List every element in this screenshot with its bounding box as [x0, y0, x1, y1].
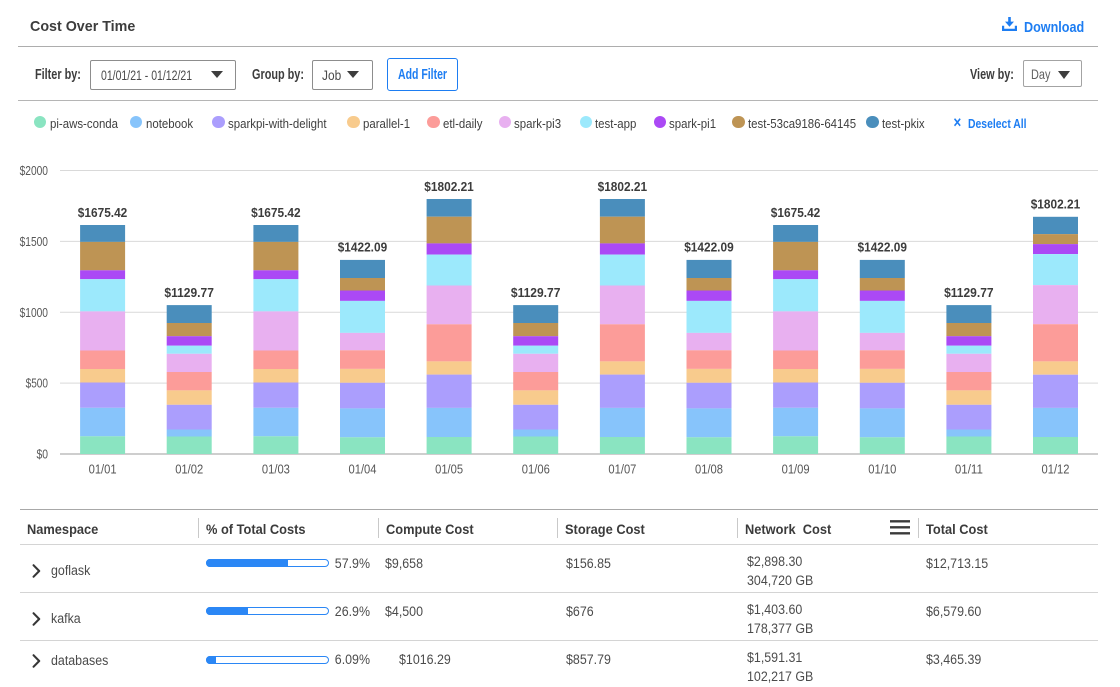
svg-text:$1675.42: $1675.42 [251, 205, 301, 220]
svg-text:01/05: 01/05 [435, 462, 463, 477]
svg-text:$1422.09: $1422.09 [338, 240, 388, 255]
svg-text:$1422.09: $1422.09 [858, 240, 908, 255]
svg-text:01/07: 01/07 [608, 462, 636, 477]
svg-text:01/02: 01/02 [175, 462, 203, 477]
svg-text:$1500: $1500 [20, 234, 48, 249]
svg-text:$500: $500 [26, 376, 48, 391]
svg-text:01/04: 01/04 [349, 462, 377, 477]
svg-text:01/11: 01/11 [955, 462, 983, 477]
svg-text:01/09: 01/09 [782, 462, 810, 477]
svg-text:$1422.09: $1422.09 [684, 240, 734, 255]
svg-text:$1000: $1000 [20, 305, 48, 320]
svg-text:01/08: 01/08 [695, 462, 723, 477]
svg-text:$1802.21: $1802.21 [598, 179, 648, 194]
svg-text:$1802.21: $1802.21 [1031, 197, 1081, 212]
svg-text:01/10: 01/10 [868, 462, 896, 477]
svg-text:$1129.77: $1129.77 [164, 285, 214, 300]
svg-text:$0: $0 [37, 447, 49, 462]
svg-text:$1675.42: $1675.42 [78, 205, 128, 220]
svg-text:01/01: 01/01 [89, 462, 117, 477]
svg-text:$1802.21: $1802.21 [424, 179, 474, 194]
svg-text:$1129.77: $1129.77 [944, 285, 994, 300]
svg-text:$1129.77: $1129.77 [511, 285, 561, 300]
svg-text:$1675.42: $1675.42 [771, 205, 821, 220]
svg-text:$2000: $2000 [20, 163, 48, 178]
svg-text:01/12: 01/12 [1042, 462, 1070, 477]
svg-text:01/03: 01/03 [262, 462, 290, 477]
svg-text:01/06: 01/06 [522, 462, 550, 477]
